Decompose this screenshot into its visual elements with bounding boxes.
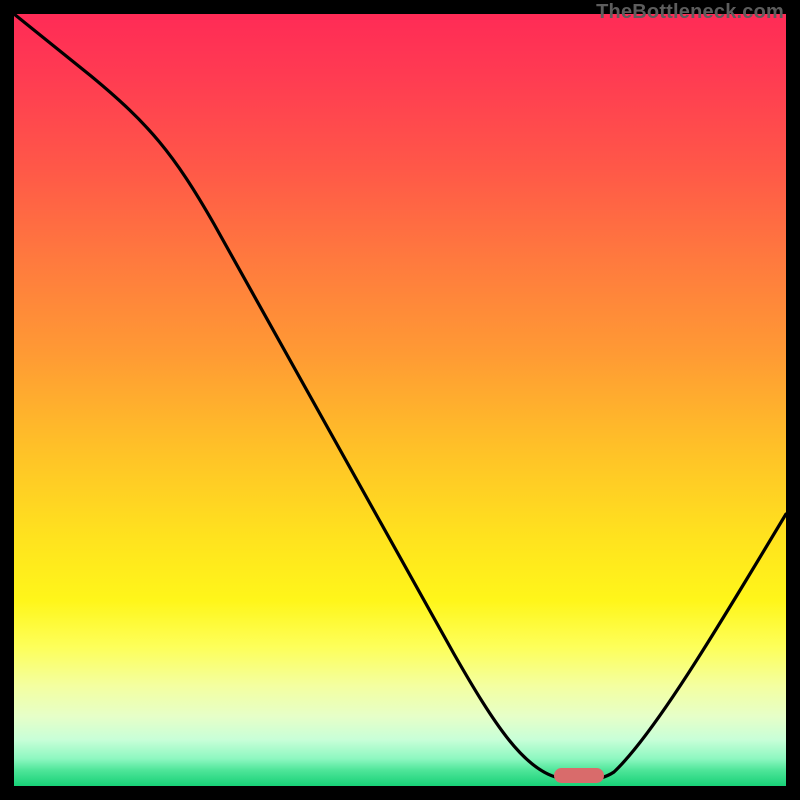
optimal-marker-pill bbox=[554, 768, 604, 783]
optimal-marker bbox=[14, 14, 786, 786]
watermark-label: TheBottleneck.com bbox=[596, 1, 784, 24]
chart-frame: TheBottleneck.com bbox=[0, 0, 800, 800]
